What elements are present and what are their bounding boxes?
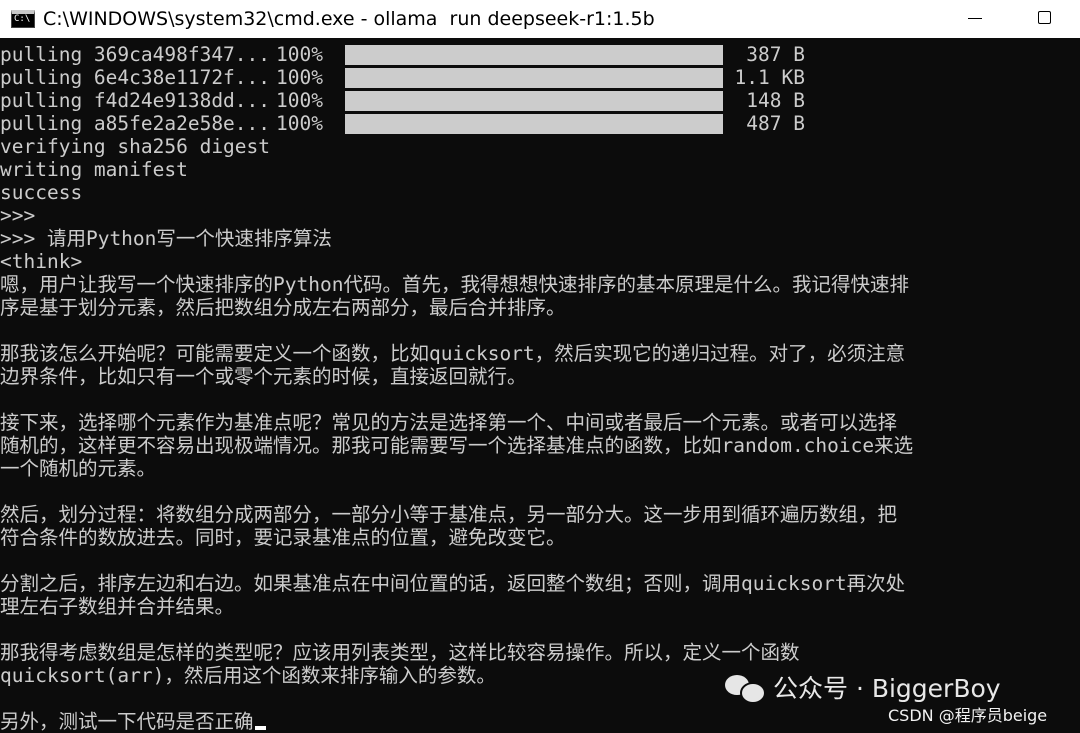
pull-size: 387 B (746, 43, 805, 66)
pull-size: 1.1 KB (734, 66, 805, 89)
output-line: 序是基于划分元素，然后把数组分成左右两部分，最后合并排序。 (0, 296, 566, 319)
prompt-line: >>> (0, 204, 36, 227)
status-line: verifying sha256 digest (0, 135, 271, 158)
pull-line: pulling f4d24e9138dd... 100% 148 B (0, 89, 820, 112)
output-line: 分割之后，排序左边和右边。如果基准点在中间位置的话，返回整个数组；否则，调用qu… (0, 572, 906, 595)
pull-percent: 100% (276, 66, 323, 89)
cmd-icon: C:\ (11, 10, 35, 28)
output-line: quicksort(arr)，然后用这个函数来排序输入的参数。 (0, 664, 496, 687)
progress-fill (345, 68, 723, 88)
output-line: 理左右子数组并合并结果。 (0, 595, 235, 618)
progress-fill (345, 91, 723, 111)
progress-bar (345, 45, 723, 65)
output-line: 一个随机的元素。 (0, 457, 157, 480)
pull-label: pulling a85fe2a2e58e... (0, 112, 271, 135)
pull-label: pulling 6e4c38e1172f... (0, 66, 271, 89)
pull-percent: 100% (276, 43, 323, 66)
user-prompt: >>> 请用Python写一个快速排序算法 (0, 227, 332, 250)
pull-label: pulling 369ca498f347... (0, 43, 271, 66)
window-title: C:\WINDOWS\system32\cmd.exe - ollama run… (43, 8, 655, 30)
minimize-icon (968, 18, 982, 19)
progress-fill (345, 45, 723, 65)
output-line: 那我得考虑数组是怎样的类型呢？应该用列表类型，这样比较容易操作。所以，定义一个函… (0, 641, 800, 664)
watermark-text: 公众号 · BiggerBoy (773, 674, 1001, 703)
window-controls (940, 0, 1080, 38)
output-line: 接下来，选择哪个元素作为基准点呢？常见的方法是选择第一个、中间或者最后一个元素。… (0, 411, 898, 434)
pull-line: pulling a85fe2a2e58e... 100% 487 B (0, 112, 820, 135)
csdn-credit: CSDN @程序员beige (888, 706, 1048, 725)
pull-percent: 100% (276, 89, 323, 112)
progress-bar (345, 91, 723, 111)
console-output[interactable]: pulling 369ca498f347... 100% 387 B pulli… (0, 41, 1080, 733)
wechat-icon (725, 673, 766, 704)
watermark: 公众号 · BiggerBoy (725, 669, 1001, 705)
status-line: success (0, 181, 83, 204)
progress-bar (345, 114, 723, 134)
output-line: 随机的，这样更不容易出现极端情况。那我可能需要写一个选择基准点的函数，比如ran… (0, 434, 914, 457)
output-line: 然后，划分过程：将数组分成两部分，一部分小等于基准点，另一部分大。这一步用到循环… (0, 503, 898, 526)
pull-line: pulling 6e4c38e1172f... 100% 1.1 KB (0, 66, 820, 89)
output-line: 符合条件的数放进去。同时，要记录基准点的位置，避免改变它。 (0, 526, 566, 549)
maximize-icon (1038, 11, 1051, 24)
title-bar[interactable]: C:\ C:\WINDOWS\system32\cmd.exe - ollama… (0, 0, 1080, 38)
pull-percent: 100% (276, 112, 323, 135)
output-line: 嗯，用户让我写一个快速排序的Python代码。首先，我得想想快速排序的基本原理是… (0, 273, 909, 296)
pull-line: pulling 369ca498f347... 100% 387 B (0, 43, 820, 66)
pull-size: 148 B (746, 89, 805, 112)
status-line: writing manifest (0, 158, 188, 181)
progress-fill (345, 114, 723, 134)
think-tag: <think> (0, 250, 83, 273)
output-line: 那我该怎么开始呢？可能需要定义一个函数，比如quicksort，然后实现它的递归… (0, 342, 906, 365)
minimize-button[interactable] (940, 0, 1010, 38)
pull-label: pulling f4d24e9138dd... (0, 89, 271, 112)
maximize-button[interactable] (1010, 0, 1080, 38)
text-cursor (254, 726, 266, 730)
pull-size: 487 B (746, 112, 805, 135)
progress-bar (345, 68, 723, 88)
output-line: 边界条件，比如只有一个或零个元素的时候，直接返回就行。 (0, 365, 527, 388)
